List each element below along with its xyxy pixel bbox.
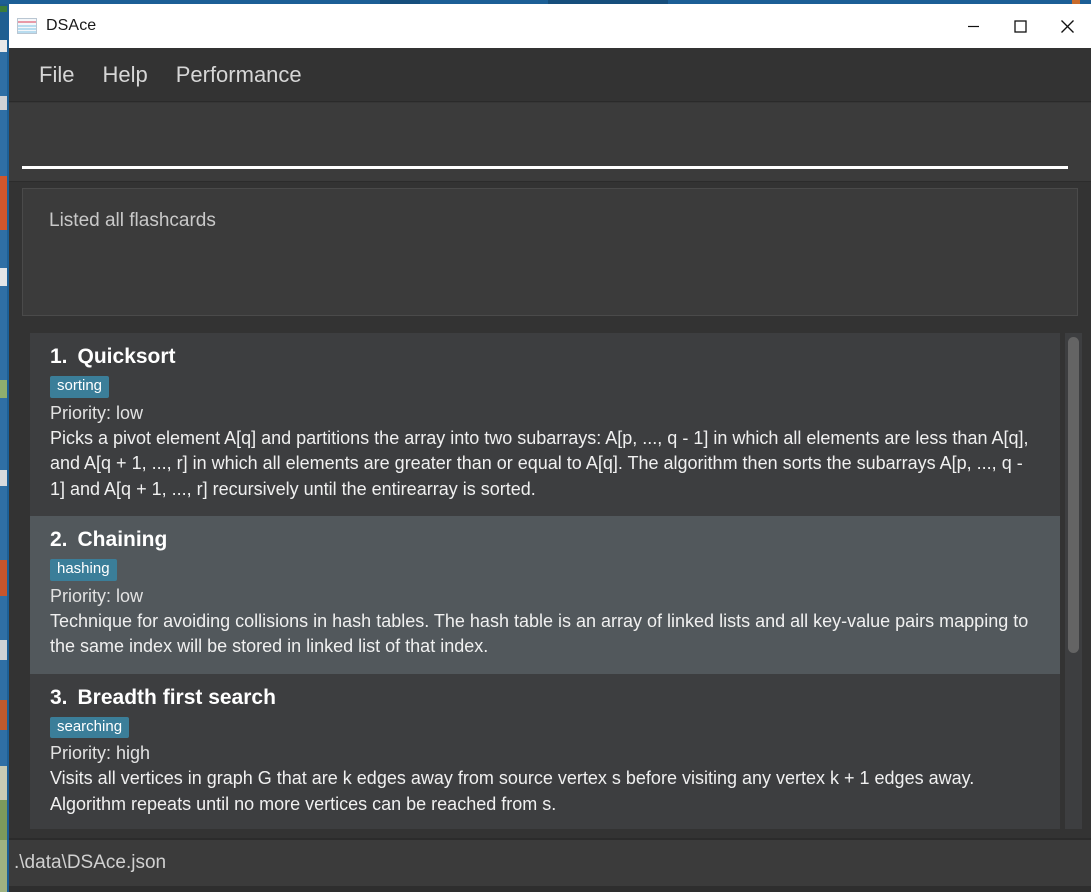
close-icon: [1061, 19, 1074, 33]
minimize-button[interactable]: [950, 4, 997, 48]
flashcard-row[interactable]: 3. Breadth first search searching Priorit…: [30, 674, 1060, 830]
flashcards-list[interactable]: 1. Quicksort sorting Priority: low Picks …: [30, 333, 1060, 829]
menu-item-help[interactable]: Help: [88, 60, 161, 90]
status-file-path: .\data\DSAce.json: [14, 852, 167, 873]
flashcard-name: Breadth first search: [77, 685, 276, 709]
command-input[interactable]: [22, 111, 1068, 169]
message-area: Listed all flashcards: [9, 181, 1091, 324]
title-bar: DSAce: [9, 4, 1091, 48]
app-window: DSAce File Help Performance Listed all f…: [9, 4, 1091, 892]
flashcard-priority: Priority: low: [50, 585, 144, 606]
flashcard-row[interactable]: 1. Quicksort sorting Priority: low Picks …: [30, 333, 1060, 516]
flashcard-tag-badge[interactable]: sorting: [50, 376, 110, 398]
flashcard-description: Visits all vertices in graph G that are …: [50, 768, 975, 814]
flashcard-title: 2. Chaining: [50, 528, 1040, 552]
maximize-icon: [1014, 19, 1027, 33]
message-text: Listed all flashcards: [49, 210, 216, 231]
list-scrollbar[interactable]: [1065, 333, 1082, 829]
menu-bar: File Help Performance: [9, 48, 1091, 102]
flashcard-title: 3. Breadth first search: [50, 686, 1040, 710]
command-input-area: [9, 102, 1091, 181]
status-bar: .\data\DSAce.json: [9, 838, 1091, 886]
window-title: DSAce: [46, 17, 97, 34]
flashcard-tag-badge[interactable]: hashing: [50, 559, 117, 581]
flashcard-title: 1. Quicksort: [50, 345, 1040, 369]
minimize-icon: [968, 25, 979, 27]
flashcard-row[interactable]: 2. Chaining hashing Priority: low Techniq…: [30, 516, 1060, 674]
menu-item-file[interactable]: File: [25, 60, 88, 90]
maximize-button[interactable]: [997, 4, 1044, 48]
flashcard-number: 3.: [50, 685, 68, 709]
flashcard-name: Chaining: [77, 528, 168, 551]
flashcard-priority: Priority: low: [50, 402, 144, 423]
flashcard-number: 1.: [50, 345, 68, 368]
window-controls: [950, 4, 1091, 48]
message-box: Listed all flashcards: [22, 188, 1078, 316]
close-button[interactable]: [1044, 4, 1091, 48]
flashcard-description: Picks a pivot element A[q] and partition…: [50, 427, 1029, 499]
flashcard-name: Quicksort: [77, 345, 176, 368]
desktop-background-sliver: [0, 0, 9, 892]
flashcard-tag-badge[interactable]: searching: [50, 716, 130, 738]
flashcard-description: Technique for avoiding collisions in has…: [50, 610, 1029, 657]
menu-item-performance[interactable]: Performance: [162, 60, 316, 90]
flashcards-list-area: 1. Quicksort sorting Priority: low Picks …: [9, 324, 1091, 838]
flashcard-icon: [17, 18, 37, 34]
list-scrollbar-thumb[interactable]: [1068, 337, 1079, 653]
flashcard-number: 2.: [50, 528, 68, 551]
flashcard-priority: Priority: high: [50, 743, 151, 763]
